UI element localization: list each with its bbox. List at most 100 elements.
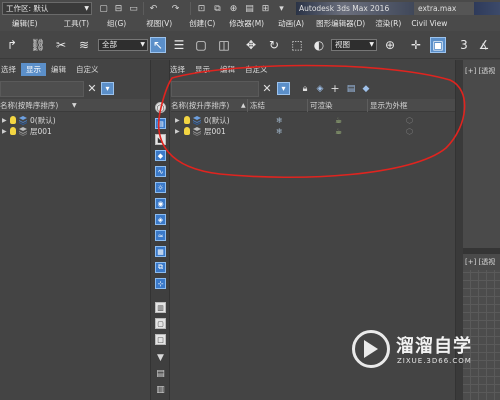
pivot-center-icon[interactable]: ⊕: [382, 37, 398, 53]
reference-coordinate-dropdown[interactable]: 视图 ▼: [331, 39, 377, 51]
open-file-icon[interactable]: ⊟: [113, 3, 124, 14]
clear-search-icon[interactable]: ✕: [86, 82, 98, 96]
hidden-filter-icon[interactable]: □: [155, 334, 166, 345]
search-input[interactable]: [0, 81, 84, 97]
layer-row[interactable]: ▶ 层001: [2, 126, 142, 137]
left-column-header[interactable]: 名称(按降序排序) ▼: [0, 99, 150, 112]
keyboard-shortcut-override-icon[interactable]: ▣: [430, 37, 446, 53]
layer-row[interactable]: ▶ 0(默认) ❄ ☕︎ ⬡: [175, 115, 445, 126]
menu-create[interactable]: 创建(C): [189, 17, 215, 31]
helpers-filter-icon[interactable]: ◈: [155, 214, 166, 225]
box-display-icon[interactable]: ⬡: [406, 115, 413, 126]
tab-select[interactable]: 选择: [0, 63, 21, 76]
redo-arrow-icon[interactable]: ↱: [4, 37, 20, 53]
menu-rendering[interactable]: 渲染(R): [375, 17, 401, 31]
rect-selection-icon[interactable]: ▢: [193, 37, 209, 53]
angle-snap-icon[interactable]: ∡: [476, 37, 492, 53]
cameras-filter-icon[interactable]: ◉: [155, 198, 166, 209]
freeze-icon[interactable]: ❄: [276, 115, 283, 126]
layer-row[interactable]: ▶ 0(默认): [2, 115, 142, 126]
lock-icon[interactable]: 🔒︎: [299, 82, 311, 96]
undo-icon[interactable]: ↶: [148, 3, 159, 14]
light-bulb-icon[interactable]: [10, 116, 16, 124]
select-object-icon[interactable]: ↖: [150, 37, 166, 53]
selection-filter-dropdown[interactable]: 全部 ▼: [98, 39, 148, 51]
invert-display-icon[interactable]: ◣: [155, 134, 166, 145]
scale-icon[interactable]: ⬚: [289, 37, 305, 53]
tab-select[interactable]: 选择: [165, 63, 190, 76]
lights-filter-icon[interactable]: ☼: [155, 182, 166, 193]
light-bulb-icon[interactable]: [10, 127, 16, 135]
window-crossing-icon[interactable]: ◫: [216, 37, 232, 53]
tab-display[interactable]: 显示: [21, 63, 46, 76]
groups-filter-icon[interactable]: ▦: [155, 246, 166, 257]
bind-space-warp-icon[interactable]: ≋: [76, 37, 92, 53]
select-by-name-icon[interactable]: ☰: [171, 37, 187, 53]
light-bulb-icon[interactable]: [184, 116, 190, 124]
shapes-filter-icon[interactable]: ∿: [155, 166, 166, 177]
snaps-toggle-icon[interactable]: 3: [456, 37, 472, 53]
more-options-icon[interactable]: ▥: [155, 384, 166, 395]
column-freeze[interactable]: 冻结: [250, 99, 265, 112]
viewport-divider[interactable]: [463, 248, 500, 254]
hold-icon[interactable]: ⊕: [228, 3, 239, 14]
add-to-layer-icon[interactable]: +: [329, 82, 341, 96]
new-file-icon[interactable]: ▢: [98, 3, 109, 14]
fetch-icon[interactable]: ▤: [244, 3, 255, 14]
column-display-as-box[interactable]: 显示为外框: [370, 99, 408, 112]
funnel-filter-icon[interactable]: ▼: [155, 352, 166, 363]
viewport-label-bottom[interactable]: [+] [透视: [465, 257, 495, 267]
renderable-teapot-icon[interactable]: ☕︎: [335, 126, 342, 137]
workspace-dropdown[interactable]: 工作区: 默认 ▼: [2, 2, 92, 15]
column-name[interactable]: 名称(按降序排序): [0, 99, 58, 112]
menu-civil-view[interactable]: Civil View: [411, 17, 447, 31]
viewport-layout-icon[interactable]: ⊞: [260, 3, 271, 14]
display-all-icon[interactable]: ▤: [155, 118, 166, 129]
menu-graph-editors[interactable]: 图形编辑器(D): [316, 17, 365, 31]
project-folder-icon[interactable]: ⊡: [196, 3, 207, 14]
bones-filter-icon[interactable]: ⊹: [155, 278, 166, 289]
expand-arrow-icon[interactable]: ▶: [175, 126, 180, 137]
tab-edit[interactable]: 编辑: [46, 63, 71, 76]
tab-display[interactable]: 显示: [190, 63, 215, 76]
tab-edit[interactable]: 编辑: [215, 63, 240, 76]
placement-icon[interactable]: ◐: [311, 37, 327, 53]
move-icon[interactable]: ✥: [243, 37, 259, 53]
search-input[interactable]: [171, 81, 259, 97]
new-layer-icon[interactable]: ◈: [314, 82, 326, 96]
filter-icon[interactable]: ▾: [277, 82, 290, 95]
light-bulb-icon[interactable]: [184, 127, 190, 135]
redo-icon[interactable]: ↷: [170, 3, 181, 14]
tab-customize[interactable]: 自定义: [240, 63, 273, 76]
filter-icon[interactable]: ▾: [101, 82, 114, 95]
expand-arrow-icon[interactable]: ▶: [2, 115, 7, 126]
select-in-layer-icon[interactable]: ▤: [345, 82, 357, 96]
unlink-icon[interactable]: ✂: [53, 37, 69, 53]
save-file-icon[interactable]: ▭: [128, 3, 139, 14]
menu-tools[interactable]: 工具(T): [64, 17, 89, 31]
select-link-icon[interactable]: ⛓: [30, 37, 46, 53]
expand-arrow-icon[interactable]: ▶: [2, 126, 7, 137]
menu-modifiers[interactable]: 修改器(M): [229, 17, 264, 31]
dropdown-arrow-icon[interactable]: ▾: [276, 3, 287, 14]
xrefs-filter-icon[interactable]: ⧉: [155, 262, 166, 273]
expand-arrow-icon[interactable]: ▶: [175, 115, 180, 126]
column-renderable[interactable]: 可渲染: [310, 99, 333, 112]
geometry-filter-icon[interactable]: ◆: [155, 150, 166, 161]
layer-row[interactable]: ▶ 层001 ❄ ☕︎ ⬡: [175, 126, 445, 137]
search-box[interactable]: [474, 2, 500, 15]
menu-views[interactable]: 视图(V): [146, 17, 172, 31]
box-display-icon[interactable]: ⬡: [406, 126, 413, 137]
menu-edit[interactable]: 编辑(E): [12, 17, 38, 31]
rotate-icon[interactable]: ↻: [266, 37, 282, 53]
renderable-teapot-icon[interactable]: ☕︎: [335, 115, 342, 126]
link-icon[interactable]: ⧉: [212, 3, 223, 14]
space-warps-filter-icon[interactable]: ≈: [155, 230, 166, 241]
tab-customize[interactable]: 自定义: [71, 63, 104, 76]
freeze-icon[interactable]: ❄: [276, 126, 283, 137]
select-manipulate-icon[interactable]: ✛: [408, 37, 424, 53]
container-icon[interactable]: ▥: [155, 302, 166, 313]
menu-group[interactable]: 组(G): [107, 17, 126, 31]
frozen-filter-icon[interactable]: ▢: [155, 318, 166, 329]
column-name[interactable]: 名称(按升序排序): [171, 99, 229, 112]
